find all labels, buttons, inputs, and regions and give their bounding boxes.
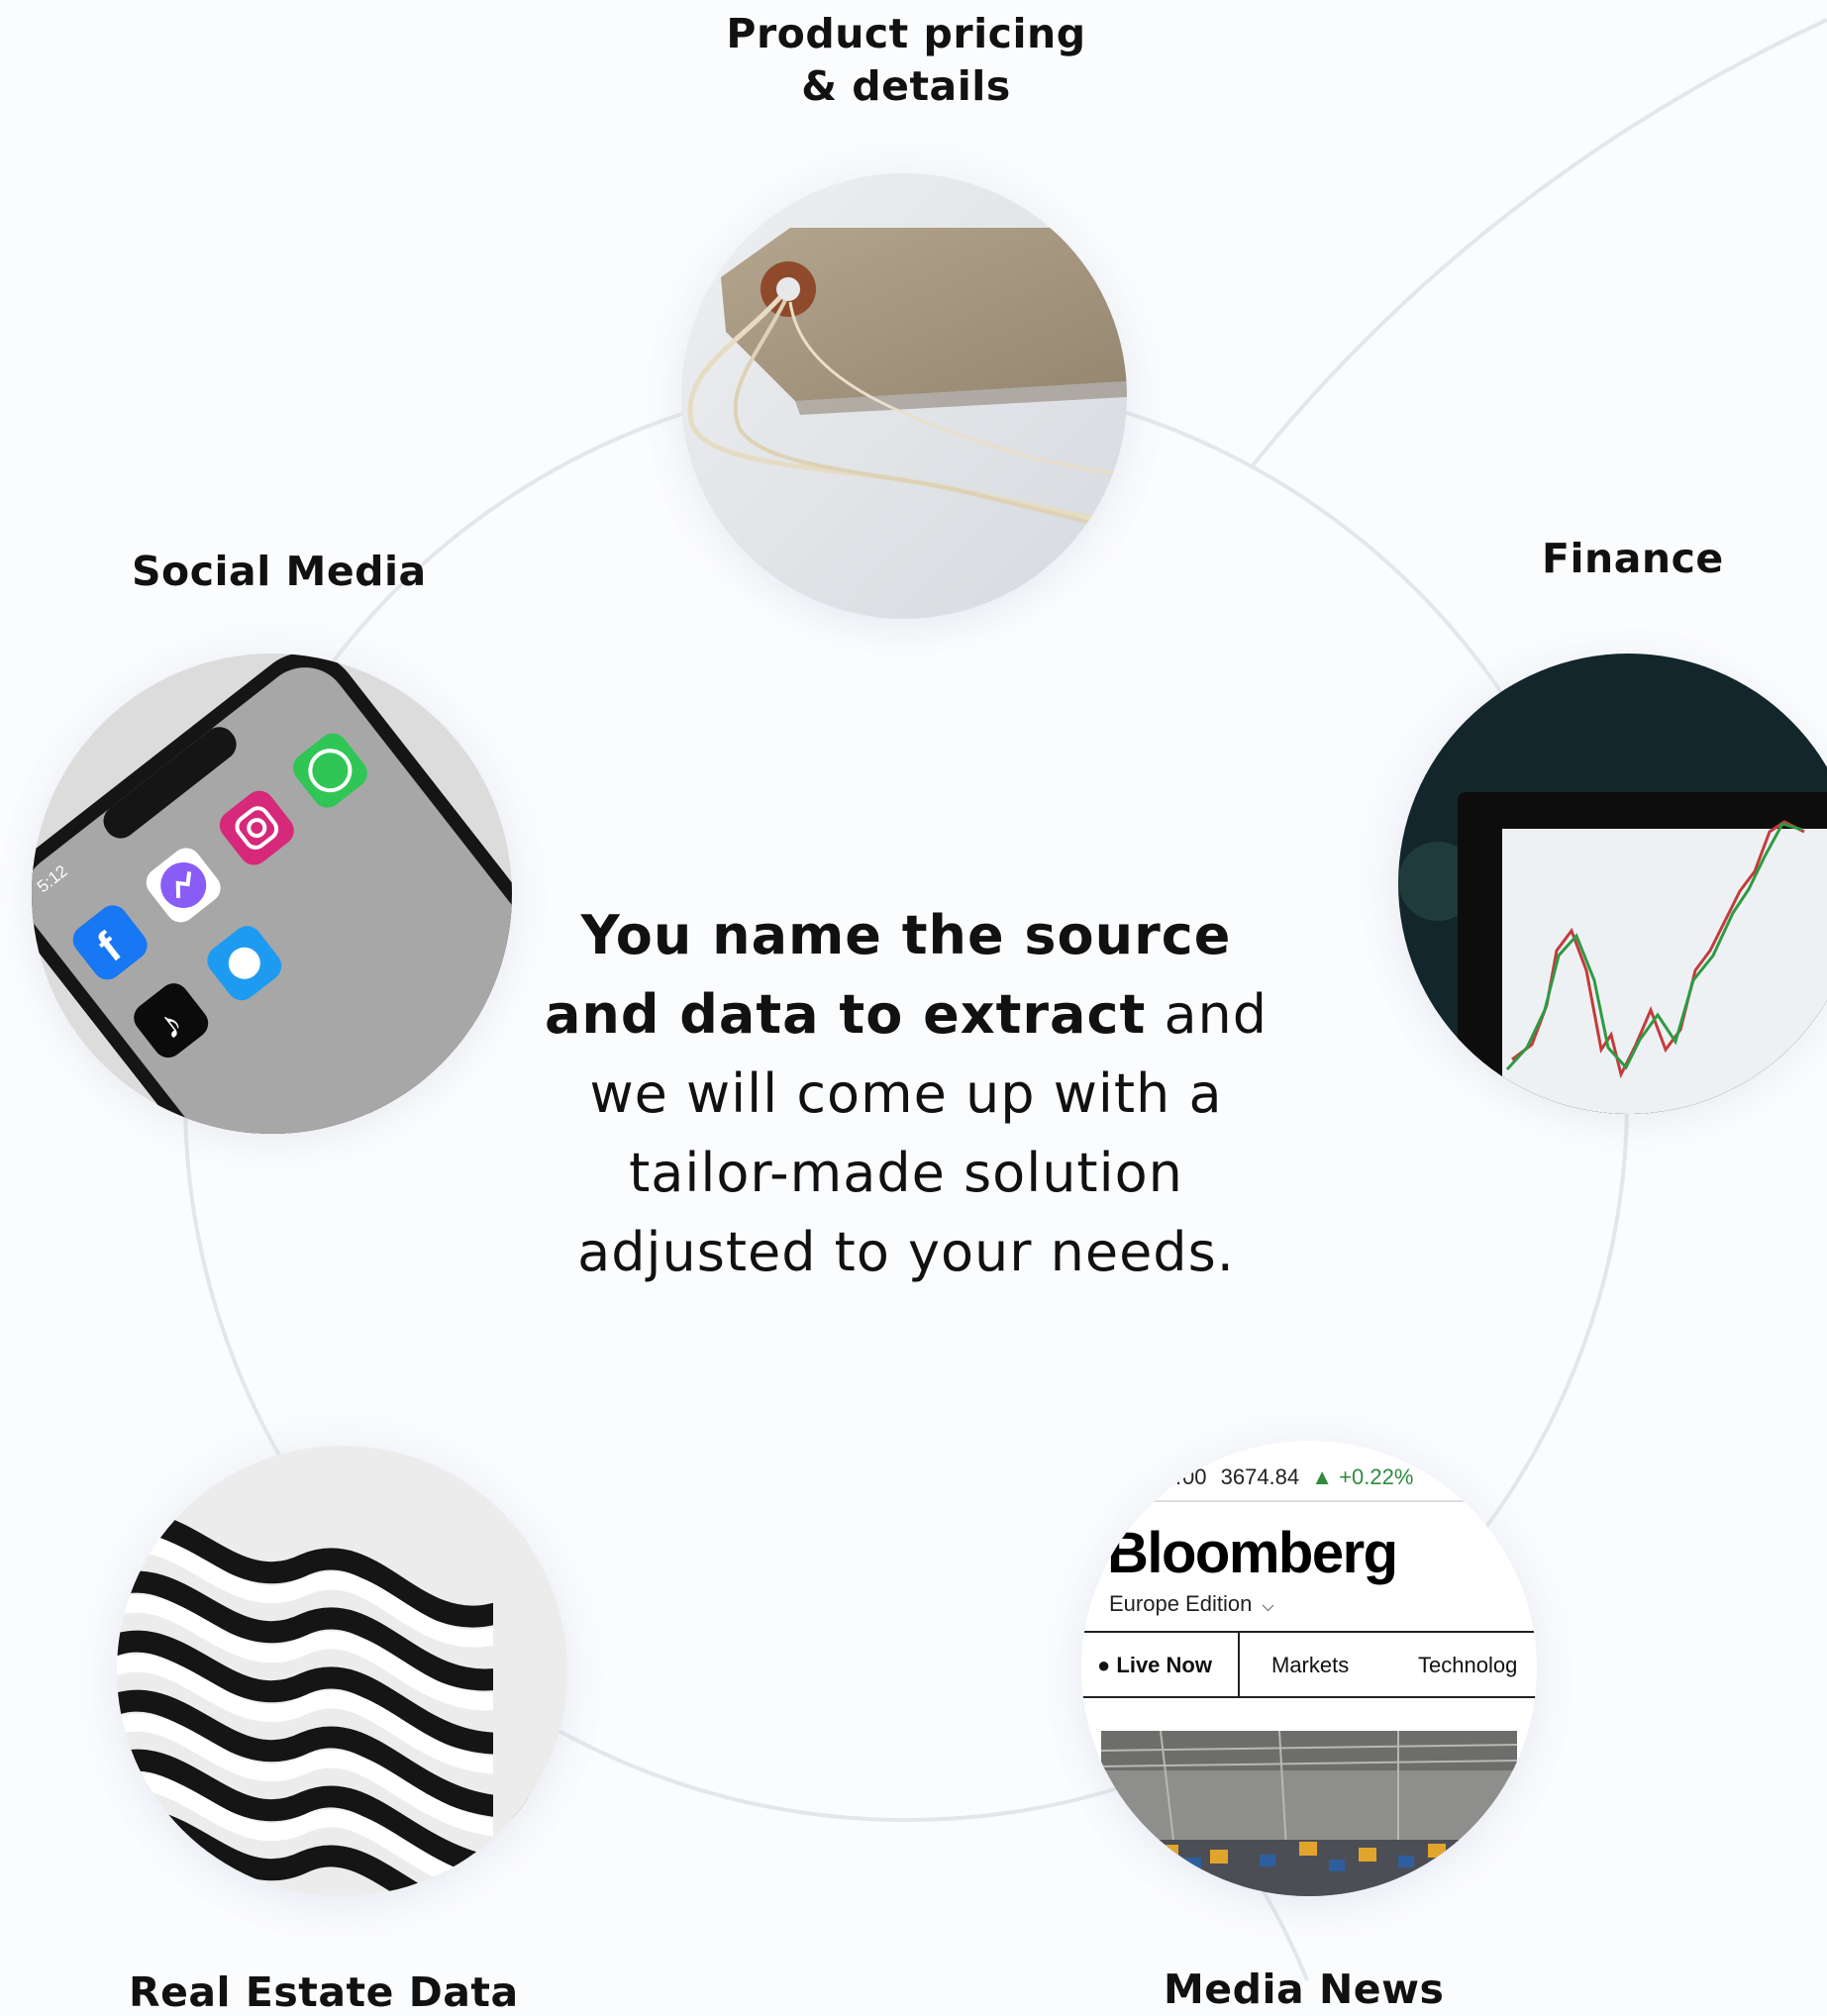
ticker-change: ▲ +0.22%	[1311, 1464, 1414, 1489]
product-label-line2: & details	[801, 62, 1011, 110]
social-media-label: Social Media	[132, 548, 427, 595]
nav-markets[interactable]: Markets	[1271, 1653, 1349, 1678]
real-estate-building-image[interactable]	[117, 1446, 567, 1896]
nav-divider	[1238, 1633, 1240, 1696]
product-pricing-label: Product pricing & details	[693, 8, 1119, 113]
building-icon	[117, 1446, 567, 1896]
chevron-down-icon: ⌵	[1262, 1598, 1274, 1615]
bloomberg-logo: Bloomberg	[1107, 1521, 1398, 1585]
intro-bold: You name the source and data to extract	[544, 904, 1232, 1046]
real-estate-label: Real Estate Data	[129, 1968, 519, 2016]
nav-live-now[interactable]: ● Live Now	[1097, 1653, 1212, 1678]
news-hero-image	[1101, 1731, 1517, 1896]
price-tag-image[interactable]	[681, 173, 1127, 619]
finance-label: Finance	[1542, 535, 1724, 582]
ticker-prefix: …00	[1161, 1464, 1207, 1489]
edition-selector[interactable]: Europe Edition ⌵	[1109, 1591, 1274, 1617]
nav-technology[interactable]: Technolog	[1418, 1653, 1517, 1678]
product-label-line1: Product pricing	[726, 10, 1086, 57]
intro-text: You name the source and data to extract …	[515, 896, 1297, 1292]
bloomberg-nav: ● Live Now Markets Technolog	[1081, 1631, 1537, 1698]
ticker-value: 3674.84	[1220, 1464, 1300, 1489]
ticker-divider	[1141, 1500, 1477, 1502]
media-news-bloomberg-image[interactable]: …00 3674.84 ▲ +0.22% Bloomberg Europe Ed…	[1081, 1441, 1537, 1896]
social-media-phone-image[interactable]: 5:12 f ♪	[32, 654, 512, 1134]
media-news-label: Media News	[1164, 1966, 1445, 2013]
bloomberg-ticker: …00 3674.84 ▲ +0.22%	[1161, 1464, 1413, 1490]
edition-label: Europe Edition	[1109, 1591, 1253, 1616]
phone-icon: 5:12 f ♪	[32, 654, 512, 1134]
price-tag-icon	[681, 173, 1127, 619]
data-sources-orbit: Product pricing & details Social Media 5…	[0, 0, 1827, 2016]
